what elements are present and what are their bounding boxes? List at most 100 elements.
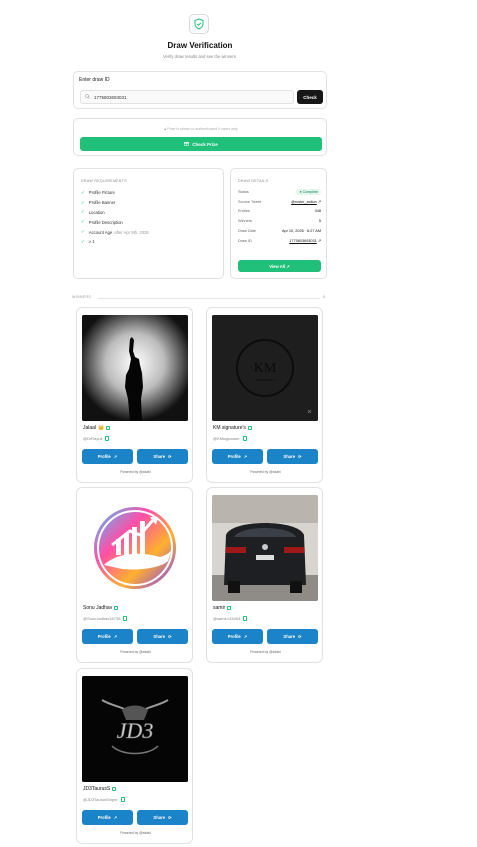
km-logo-text: KM (254, 361, 277, 376)
requirements-list: ✓ Profile Picture ✓ Profile Banner ✓ Locati… (81, 188, 149, 247)
detail-label: Status (238, 189, 249, 194)
requirement-extra: after Apr 9th, 2026 (114, 229, 149, 235)
view-all-label: View All (269, 263, 286, 269)
detail-row-winners: Winners 5 (238, 216, 321, 226)
share-icon: ⟳ (168, 815, 172, 820)
source-tweet-link[interactable]: @rusler_action ↗ (291, 199, 321, 204)
copy-icon[interactable] (247, 425, 252, 431)
detail-label: Draw Date (238, 229, 256, 234)
detail-row-tweet: Source Tweet @rusler_action ↗ (238, 197, 321, 207)
check-icon: ✓ (81, 209, 85, 215)
profile-label: Profile (97, 454, 111, 459)
copy-icon[interactable] (105, 436, 110, 441)
details-heading: DRAW DETAILS (238, 179, 269, 183)
gift-icon (184, 141, 190, 147)
requirement-item: ✓ ≥ 1 (81, 237, 149, 247)
copy-icon[interactable] (243, 616, 248, 621)
share-button[interactable]: Share ⟳ (137, 629, 188, 644)
winner-name: Jalaal 👑 (83, 425, 111, 431)
profile-label: Profile (227, 454, 241, 459)
entries-value: 348 (314, 209, 321, 214)
share-button[interactable]: Share ⟳ (267, 449, 318, 464)
requirement-item: ✓ Account Age after Apr 9th, 2026 (81, 227, 149, 237)
winner-avatar-image: JD3 (82, 676, 188, 782)
link-icon: ↗ (317, 239, 321, 244)
powered-by: Powered by @xdabi (120, 470, 151, 474)
share-button[interactable]: Share ⟳ (137, 810, 188, 825)
powered-by: Powered by @xdabi (120, 650, 151, 654)
check-icon: ✓ (81, 238, 85, 244)
profile-label: Profile (97, 815, 111, 820)
winner-card: Jalaal 👑 @DrRayuli Profile ↗ Share ⟳ Powere… (76, 307, 193, 483)
copy-icon[interactable] (114, 605, 119, 611)
profile-button[interactable]: Profile ↗ (82, 629, 133, 644)
detail-row-date: Draw Date Apr 10, 2026 · 6:27 AM (238, 226, 321, 236)
check-icon: ✓ (81, 229, 85, 235)
shield-check-icon (189, 14, 209, 34)
page-subtitle: Verify draw results and see the winners. (162, 54, 237, 59)
external-link-icon: ↗ (113, 634, 118, 639)
winner-handle-text: @samir143463 (213, 616, 241, 621)
share-icon: ⟳ (168, 634, 172, 639)
draw-id-copy[interactable]: 1775803693031 ↗ (289, 238, 321, 243)
km-logo-subtext: SIGNATURE'S (255, 378, 275, 382)
copy-icon[interactable] (242, 436, 247, 441)
copy-icon[interactable] (120, 797, 125, 802)
share-icon: ⟳ (298, 454, 302, 459)
profile-button[interactable]: Profile ↗ (212, 629, 263, 644)
external-link-icon: ↗ (317, 200, 321, 205)
winner-card: JD3 JD3TaurusS @JD3TaurusSniper Profile ↗… (76, 668, 193, 844)
external-link-icon: ↗ (113, 454, 118, 459)
winner-card: samir @samir143463 Profile ↗ Share ⟳ Power… (206, 487, 323, 663)
winner-avatar-image (212, 495, 318, 601)
detail-label: Winners (238, 219, 252, 224)
draw-id-input[interactable]: 1775803693031 (80, 90, 294, 104)
crown-icon: 👑 (98, 425, 105, 431)
profile-button[interactable]: Profile ↗ (212, 449, 263, 464)
profile-button[interactable]: Profile ↗ (82, 449, 133, 464)
winner-avatar-image (82, 315, 188, 421)
profile-button[interactable]: Profile ↗ (82, 810, 133, 825)
detail-row-id: Draw ID 1775803693031 ↗ (238, 236, 321, 246)
check-button[interactable]: Check (297, 90, 323, 104)
detail-row-entries: Entries 348 (238, 207, 321, 217)
draw-id-detail-value: 1775803693031 (289, 239, 317, 244)
copy-icon[interactable] (112, 786, 117, 792)
share-label: Share (283, 454, 296, 459)
check-prize-button[interactable]: Check Prize (80, 137, 322, 151)
copy-icon[interactable] (227, 605, 232, 611)
winner-handle-text: @JD3TaurusSniper (83, 797, 118, 802)
winner-name: JD3TaurusS (83, 786, 117, 792)
view-all-button[interactable]: View All ↗ (238, 260, 321, 272)
share-button[interactable]: Share ⟳ (267, 629, 318, 644)
requirement-item: ✓ Location (81, 208, 149, 218)
requirement-label: Profile Banner (88, 200, 116, 206)
requirement-item: ✓ Profile Description (81, 217, 149, 227)
winner-name: samir (213, 605, 232, 611)
lock-icon: 🔒︎ (164, 127, 167, 131)
winner-handle: @JD3TaurusSniper (83, 797, 125, 802)
share-label: Share (153, 815, 166, 820)
check-prize-label: Check Prize (192, 141, 218, 147)
winners-heading: WINNERS (72, 295, 92, 299)
draw-date-value: Apr 10, 2026 · 6:27 AM (281, 229, 321, 234)
requirements-heading: DRAW REQUIREMENTS (81, 179, 127, 183)
requirement-label: Location (88, 209, 105, 215)
external-link-icon: ↗ (113, 815, 118, 820)
search-icon (85, 94, 90, 100)
winner-avatar-image (82, 495, 188, 601)
page-title: Draw Verification (167, 41, 233, 50)
share-icon: ⟳ (168, 454, 172, 459)
share-button[interactable]: Share ⟳ (137, 449, 188, 464)
requirement-label: Profile Picture (88, 190, 115, 196)
requirement-label: Profile Description (88, 219, 123, 225)
copy-icon[interactable] (106, 425, 111, 431)
requirement-label: ≥ 1 (88, 239, 95, 245)
copy-icon[interactable] (123, 616, 128, 621)
check-icon: ✓ (81, 189, 85, 195)
external-link-icon: ↗ (243, 454, 248, 459)
requirements-card: DRAW REQUIREMENTS ✓ Profile Picture ✓ Prof… (73, 168, 224, 279)
detail-label: Draw ID (238, 238, 252, 243)
arrow-icon: ↗ (286, 263, 290, 269)
winner-card: Sonu Jadhav @SonuJadhav16738 Profile ↗ Sh… (76, 487, 193, 663)
